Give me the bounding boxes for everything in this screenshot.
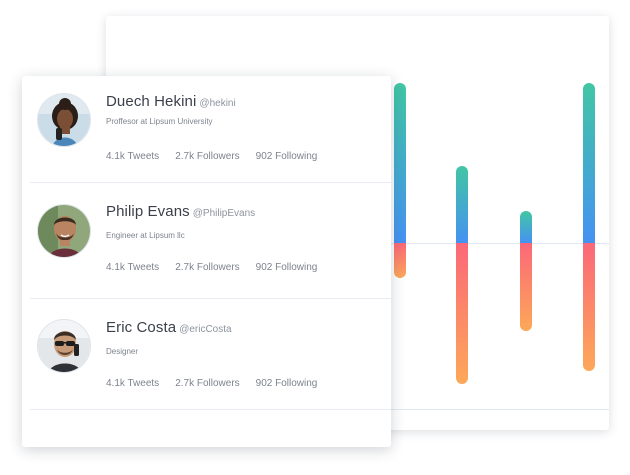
followers-count[interactable]: 2.7k Followers [175,151,239,162]
profile-name[interactable]: Eric Costa [106,319,176,336]
profile-stats: 4.1k Tweets 2.7k Followers 902 Following [106,262,317,273]
chart-bar-positive [520,211,532,243]
profile-name-line: Eric Costa @ericCosta [106,319,232,337]
followers-count[interactable]: 2.7k Followers [175,262,239,273]
chart-bar-positive [583,83,595,243]
profile-item-hekini[interactable]: Duech Hekini @hekini Proffesor at Lipsum … [22,76,391,191]
profile-title: Engineer at Lipsum llc [106,231,185,240]
tweets-count[interactable]: 4.1k Tweets [106,151,159,162]
stage: Duech Hekini @hekini Proffesor at Lipsum … [0,0,630,475]
chart-bar-negative [456,243,468,384]
following-count[interactable]: 902 Following [256,262,318,273]
profile-stats: 4.1k Tweets 2.7k Followers 902 Following [106,378,317,389]
profile-name[interactable]: Duech Hekini [106,93,196,110]
profile-handle[interactable]: @hekini [199,98,235,109]
tweets-count[interactable]: 4.1k Tweets [106,262,159,273]
profile-stats: 4.1k Tweets 2.7k Followers 902 Following [106,151,317,162]
profile-title: Designer [106,347,139,356]
followers-count[interactable]: 2.7k Followers [175,378,239,389]
following-count[interactable]: 902 Following [256,378,318,389]
profile-name-line: Philip Evans @PhilipEvans [106,203,255,221]
avatar-eric-costa [37,319,91,373]
divider [30,409,391,410]
profile-list-card: Duech Hekini @hekini Proffesor at Lipsum … [22,76,391,447]
avatar-duech-hekini [37,93,91,147]
following-count[interactable]: 902 Following [256,151,318,162]
chart-bar-negative [520,243,532,331]
profile-name-line: Duech Hekini @hekini [106,93,236,111]
avatar-philip-evans [37,204,91,258]
profile-item-ericcosta[interactable]: Eric Costa @ericCosta Designer 4.1k Tweet… [22,299,391,414]
profile-title: Proffesor at Lipsum University [106,117,213,126]
tweets-count[interactable]: 4.1k Tweets [106,378,159,389]
profile-handle[interactable]: @ericCosta [179,324,231,335]
chart-bar-positive [456,166,468,243]
chart-bar-negative [394,243,406,279]
profile-item-philipevans[interactable]: Philip Evans @PhilipEvans Engineer at Lip… [22,183,391,298]
chart-bar-negative [583,243,595,371]
chart-bar-positive [394,83,406,243]
profile-handle[interactable]: @PhilipEvans [193,208,255,219]
profile-name[interactable]: Philip Evans [106,203,190,220]
